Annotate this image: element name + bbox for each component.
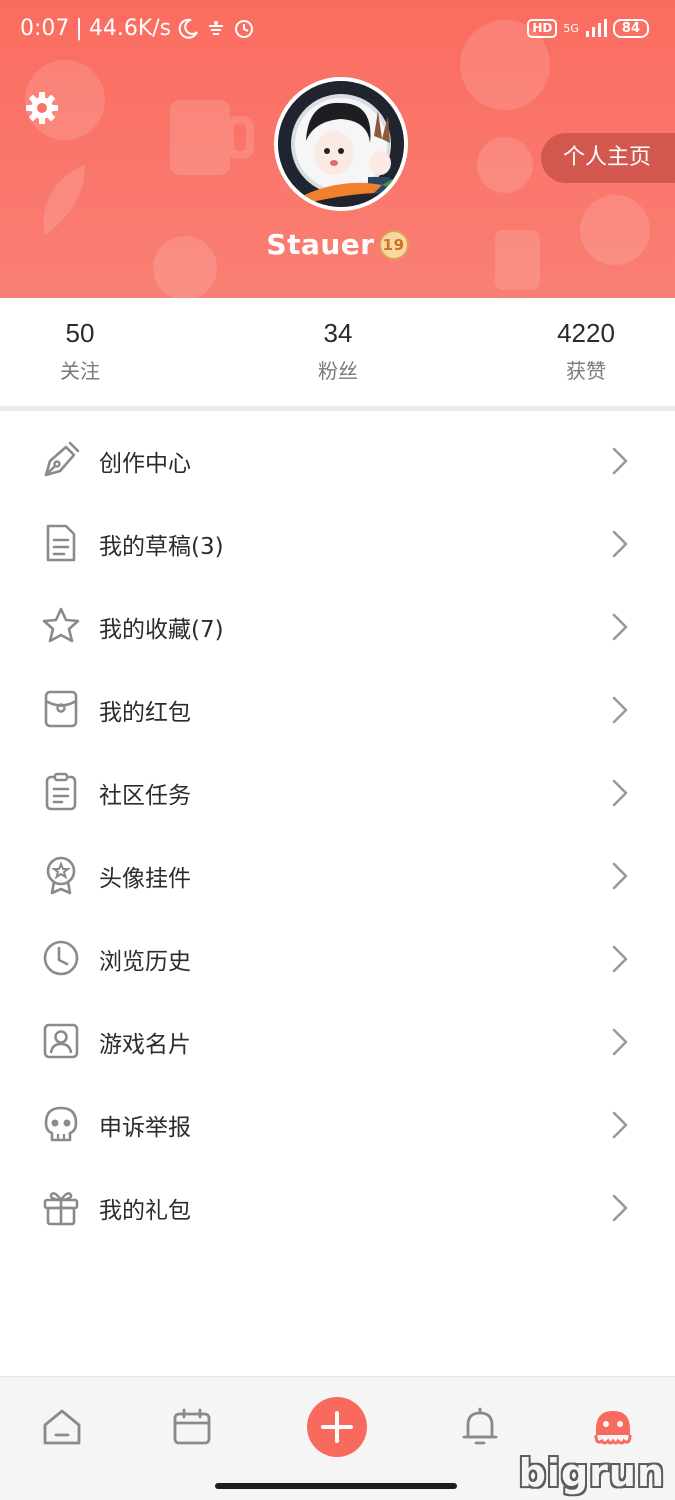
menu-item-drafts[interactable]: 我的草稿(3): [0, 502, 675, 585]
home-indicator[interactable]: [215, 1483, 457, 1489]
home-icon[interactable]: [40, 1405, 84, 1449]
alarm-icon: [235, 19, 254, 38]
level-badge: 19: [378, 230, 409, 260]
menu-item-label: 我的草稿(3): [99, 533, 224, 560]
chevron-right-icon: [612, 1111, 628, 1139]
red-envelope-icon: [44, 690, 78, 728]
status-bar: 0:07 | 44.6K/s HD 5G 84: [0, 0, 675, 62]
personal-homepage-button[interactable]: 个人主页: [541, 133, 675, 183]
menu-item-browse-history[interactable]: 浏览历史: [0, 917, 675, 1000]
chevron-right-icon: [612, 530, 628, 558]
stat-value: 34: [323, 318, 353, 348]
stat-label: 关注: [60, 359, 100, 383]
separator: |: [75, 16, 83, 41]
document-icon: [46, 524, 76, 562]
bell-icon[interactable]: [458, 1405, 502, 1449]
chevron-right-icon: [612, 447, 628, 475]
chevron-right-icon: [612, 696, 628, 724]
chevron-right-icon: [612, 1194, 628, 1222]
signal-icon: [585, 19, 607, 37]
menu-item-avatar-frames[interactable]: 头像挂件: [0, 834, 675, 917]
gift-icon: [43, 1192, 79, 1226]
menu-item-label: 创作中心: [99, 450, 191, 477]
username-row: Stauer 19: [0, 228, 675, 261]
avatar-artwork: [278, 81, 404, 207]
username: Stauer: [266, 228, 375, 261]
pen-icon: [44, 441, 80, 477]
battery-indicator: 84: [612, 18, 649, 38]
chevron-right-icon: [612, 613, 628, 641]
menu-item-gift-pack[interactable]: 我的礼包: [0, 1166, 675, 1249]
stat-following[interactable]: 50 关注: [0, 318, 160, 384]
menu-item-community-tasks[interactable]: 社区任务: [0, 751, 675, 834]
menu-item-label: 我的收藏(7): [99, 616, 224, 643]
menu-item-game-card[interactable]: 游戏名片: [0, 1000, 675, 1083]
menu-item-red-envelope[interactable]: 我的红包: [0, 668, 675, 751]
chevron-right-icon: [612, 945, 628, 973]
status-left: 0:07 | 44.6K/s: [20, 16, 255, 41]
moon-icon: [178, 18, 199, 39]
hd-badge: HD: [527, 18, 558, 38]
watermark-logo: bigrun: [518, 1451, 665, 1495]
net-speed-text: 44.6K/s: [88, 16, 172, 41]
contact-card-icon: [43, 1023, 79, 1059]
add-icon: [321, 1411, 353, 1443]
stat-value: 4220: [557, 318, 615, 348]
stat-followers[interactable]: 34 粉丝: [258, 318, 418, 384]
clock-text: 0:07: [20, 16, 70, 41]
user-avatar[interactable]: [274, 77, 408, 211]
menu-item-label: 游戏名片: [99, 1031, 191, 1058]
hotspot-icon: [209, 20, 224, 35]
menu-item-label: 申诉举报: [99, 1114, 191, 1141]
stat-value: 50: [65, 318, 95, 348]
clipboard-icon: [45, 772, 77, 811]
chevron-right-icon: [612, 779, 628, 807]
chevron-right-icon: [612, 1028, 628, 1056]
menu-item-creation-center[interactable]: 创作中心: [0, 419, 675, 502]
menu-item-appeal-report[interactable]: 申诉举报: [0, 1083, 675, 1166]
settings-gear-icon[interactable]: [24, 90, 60, 126]
skull-icon: [44, 1106, 78, 1142]
menu-item-label: 社区任务: [99, 782, 191, 809]
stat-label: 获赞: [566, 359, 606, 383]
add-post-button[interactable]: [307, 1397, 367, 1457]
badge-icon: [46, 856, 76, 895]
network-label: 5G: [563, 21, 579, 35]
menu-list: 创作中心 我的草稿(3) 我的收藏(7) 我的红包 社区任务 头像挂件 浏览历史…: [0, 419, 675, 1249]
menu-item-label: 我的礼包: [99, 1197, 191, 1224]
stats-bar: 50 关注 34 粉丝 4220 获赞: [0, 298, 675, 406]
decor-flower-icon: [477, 137, 533, 193]
status-right: HD 5G 84: [527, 18, 649, 38]
menu-item-favorites[interactable]: 我的收藏(7): [0, 585, 675, 668]
chevron-right-icon: [612, 862, 628, 890]
menu-item-label: 头像挂件: [99, 865, 191, 892]
star-icon: [42, 607, 80, 643]
network-type: 5G: [563, 23, 579, 34]
bottom-nav: bigrun: [0, 1376, 675, 1500]
stat-likes[interactable]: 4220 获赞: [506, 318, 666, 384]
profile-header: 0:07 | 44.6K/s HD 5G 84 Stauer 19 个人主页: [0, 0, 675, 298]
calendar-icon[interactable]: [170, 1405, 214, 1449]
menu-item-label: 浏览历史: [99, 948, 191, 975]
profile-octopus-icon[interactable]: [590, 1405, 636, 1449]
clock-icon: [43, 940, 79, 976]
decor-cup-icon: [170, 100, 254, 175]
menu-item-label: 我的红包: [99, 699, 191, 726]
stat-label: 粉丝: [318, 359, 358, 383]
section-divider: [0, 406, 675, 411]
